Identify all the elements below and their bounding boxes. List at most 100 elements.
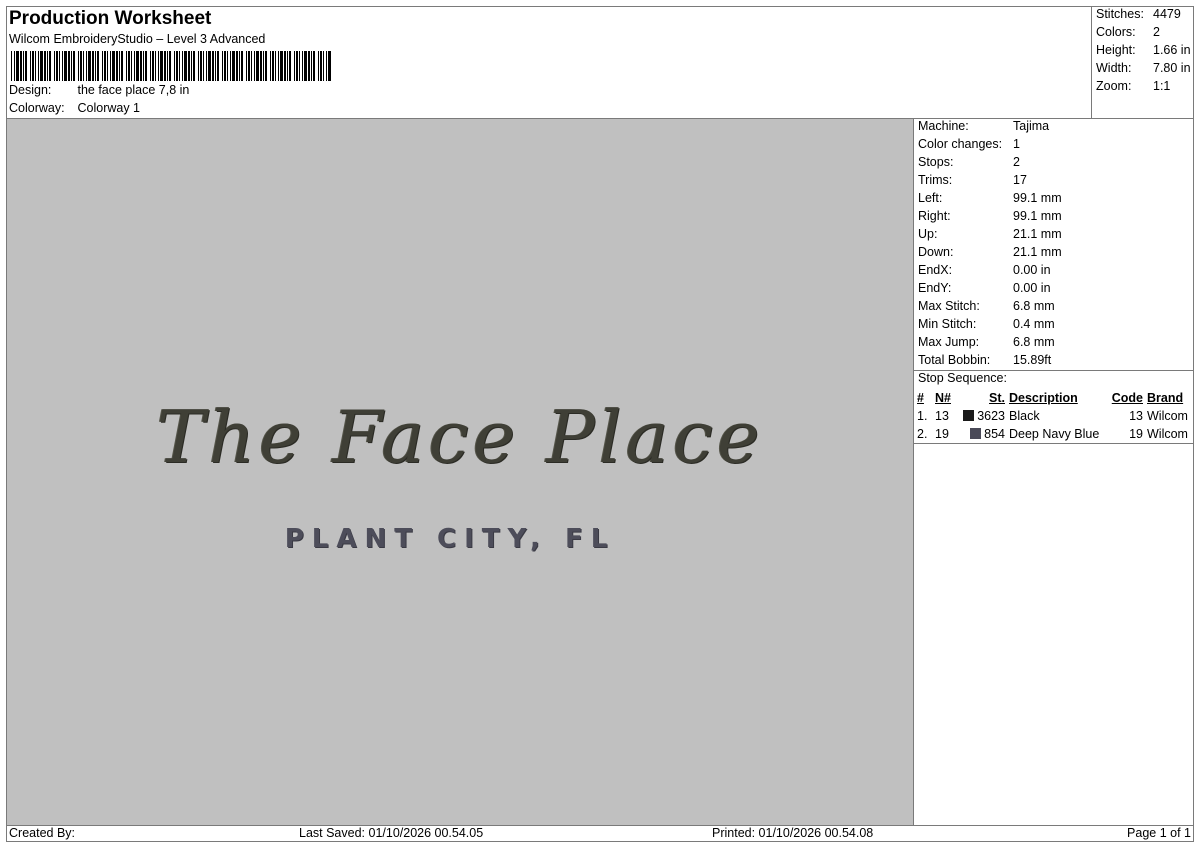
info-value: 99.1 mm xyxy=(1013,209,1062,223)
row-index: 1. xyxy=(917,409,928,423)
barcode-bar xyxy=(158,51,159,81)
info-label: Stops: xyxy=(918,155,954,169)
info-value: 6.8 mm xyxy=(1013,335,1055,349)
design-value: the face place 7,8 in xyxy=(77,83,190,97)
barcode-bar xyxy=(86,51,87,81)
info-value: Tajima xyxy=(1013,119,1050,133)
summary-width: Width: 7.80 in xyxy=(1096,61,1191,75)
page-number: Page 1 of 1 xyxy=(1127,826,1191,840)
info-row: Max Jump: 6.8 mm xyxy=(918,335,1055,349)
barcode-bar xyxy=(11,51,12,81)
barcode-bar xyxy=(284,51,286,81)
barcode-bar xyxy=(203,51,204,81)
info-row: Max Stitch: 6.8 mm xyxy=(918,299,1055,313)
info-label: Min Stitch: xyxy=(918,317,977,331)
stop-sequence-table: # N# St. Description Code Brand 1. 13 36… xyxy=(915,389,1193,443)
worksheet-title: Production Worksheet xyxy=(9,8,212,29)
info-label: Total Bobbin: xyxy=(918,353,991,367)
barcode-bar xyxy=(239,51,240,81)
row-needle: 19 xyxy=(935,427,949,441)
barcode-bar xyxy=(54,51,55,81)
info-row: Right: 99.1 mm xyxy=(918,209,1062,223)
barcode-bar xyxy=(328,51,331,81)
barcode-bar xyxy=(78,51,79,81)
barcode-bar xyxy=(128,51,130,81)
summary-height: Height: 1.66 in xyxy=(1096,43,1191,57)
barcode-bar xyxy=(88,51,91,81)
barcode-bar xyxy=(302,51,303,81)
barcode-bar xyxy=(236,51,238,81)
barcode-bar xyxy=(299,51,300,81)
barcode-bar xyxy=(35,51,36,81)
barcode-bar xyxy=(179,51,180,81)
barcode-bar xyxy=(71,51,72,81)
info-label: Max Stitch: xyxy=(918,299,980,313)
info-row: Stops: 2 xyxy=(918,155,1020,169)
row-needle: 13 xyxy=(935,409,949,423)
info-value: 2 xyxy=(1013,155,1020,169)
barcode-bar xyxy=(56,51,58,81)
design-city-text: PLANT CITY, FL xyxy=(284,524,616,554)
info-value: 99.1 mm xyxy=(1013,191,1062,205)
row-index: 2. xyxy=(917,427,928,441)
barcode-bar xyxy=(176,51,178,81)
barcode-bar xyxy=(59,51,60,81)
barcode-bar xyxy=(160,51,163,81)
col-code: Code xyxy=(1111,391,1143,405)
barcode-bar xyxy=(308,51,310,81)
barcode-bar xyxy=(49,51,51,81)
barcode-bar xyxy=(198,51,199,81)
summary-value: 1:1 xyxy=(1153,79,1171,93)
col-stitches: St. xyxy=(989,391,1005,405)
barcode-bar xyxy=(208,51,211,81)
barcode-bar xyxy=(313,51,315,81)
barcode-bar xyxy=(116,51,118,81)
barcode-bar xyxy=(289,51,291,81)
info-value: 21.1 mm xyxy=(1013,245,1062,259)
info-label: Machine: xyxy=(918,119,969,133)
barcode-bar xyxy=(95,51,96,81)
info-label: Color changes: xyxy=(918,137,1003,151)
stop-divider-bottom xyxy=(914,443,1193,444)
info-label: EndX: xyxy=(918,263,953,277)
barcode-bar xyxy=(323,51,324,81)
barcode-bar xyxy=(188,51,190,81)
info-row: Trims: 17 xyxy=(918,173,1027,187)
barcode-bar xyxy=(23,51,24,81)
row-stitches-cell: 854 xyxy=(957,425,1007,443)
design-label: Design: xyxy=(9,83,52,97)
barcode-bar xyxy=(107,51,108,81)
barcode-bar xyxy=(232,51,235,81)
barcode-bar xyxy=(64,51,67,81)
barcode-bar xyxy=(112,51,115,81)
barcode-bar xyxy=(40,51,43,81)
barcode-bar xyxy=(246,51,247,81)
barcode-bar xyxy=(44,51,46,81)
col-brand: Brand xyxy=(1147,391,1184,405)
barcode-bar xyxy=(326,51,327,81)
design-row: Design: the face place 7,8 in xyxy=(9,83,189,97)
barcode-bar xyxy=(80,51,82,81)
summary-label: Width: xyxy=(1096,61,1132,75)
info-row: EndY: 0.00 in xyxy=(918,281,1051,295)
colorway-value: Colorway 1 xyxy=(77,101,141,115)
barcode-bar xyxy=(311,51,312,81)
barcode-bar xyxy=(169,51,171,81)
barcode-bar xyxy=(304,51,307,81)
info-value: 15.89ft xyxy=(1013,353,1052,367)
row-code: 13 xyxy=(1129,409,1143,423)
barcode-bar xyxy=(320,51,322,81)
info-label: Max Jump: xyxy=(918,335,980,349)
info-value: 0.00 in xyxy=(1013,281,1051,295)
row-stitches: 3623 xyxy=(977,409,1005,423)
summary-value: 7.80 in xyxy=(1153,61,1191,75)
barcode-bar xyxy=(280,51,283,81)
barcode-bar xyxy=(212,51,214,81)
info-row: Up: 21.1 mm xyxy=(918,227,1062,241)
barcode-bar xyxy=(254,51,255,81)
row-brand: Wilcom xyxy=(1147,409,1188,423)
info-label: Left: xyxy=(918,191,943,205)
barcode-bar xyxy=(265,51,267,81)
barcode xyxy=(11,51,331,81)
barcode-bar xyxy=(230,51,231,81)
